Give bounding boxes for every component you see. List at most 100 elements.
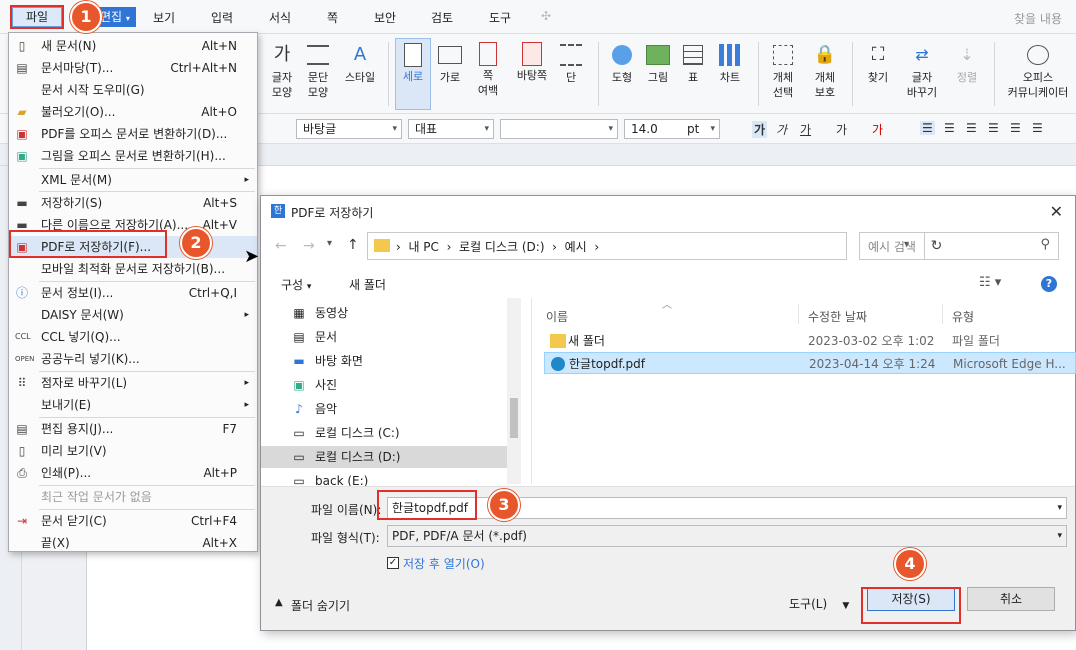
menu-review[interactable]: 검토	[431, 9, 453, 26]
shape-button[interactable]: 도형	[606, 38, 638, 85]
menu-ccl[interactable]: CCL CCL 넣기(Q)...	[9, 326, 257, 348]
menu-braille[interactable]: ⠿ 점자로 바꾸기(L) ▸	[9, 372, 257, 394]
nav-scrollbar[interactable]	[507, 298, 521, 484]
menu-page[interactable]: 쪽	[327, 9, 338, 26]
menu-view[interactable]: 보기	[153, 9, 175, 26]
bold-icon[interactable]: 가	[752, 121, 768, 138]
style-select[interactable]: 바탕글 ▾	[296, 119, 402, 139]
breadcrumb-example[interactable]: 예시	[565, 240, 587, 254]
strike-icon[interactable]: 가	[836, 121, 847, 138]
nav-label: 사진	[315, 378, 338, 392]
language-select[interactable]: 대표 ▾	[408, 119, 494, 139]
file-row-pdf[interactable]: 한글topdf.pdf 2023-04-14 오후 1:24 Microsoft…	[544, 352, 1076, 374]
char-shape-button[interactable]: 가 글자 모양	[266, 38, 298, 100]
menu-daisy[interactable]: DAISY 문서(W) ▸	[9, 304, 257, 326]
office-communicator-button[interactable]: 오피스 커뮤니케이터	[1002, 38, 1074, 100]
chart-button[interactable]: 차트	[714, 38, 746, 85]
forward-arrow-icon[interactable]: →	[303, 238, 315, 254]
underline-icon[interactable]: 가	[800, 121, 811, 138]
align-center-icon[interactable]: ☰	[966, 121, 977, 135]
breadcrumb-my-pc[interactable]: 내 PC	[408, 240, 438, 254]
picture-button[interactable]: 그림	[642, 38, 674, 85]
align-right-icon[interactable]: ☰	[988, 121, 999, 135]
arrange-button[interactable]: ⇣ 정렬	[952, 38, 982, 85]
obj-select-button[interactable]: 개체 선택	[766, 38, 800, 100]
nav-drive-d[interactable]: ▭ 로컬 디스크 (D:)	[261, 446, 507, 468]
nav-desktop[interactable]: ▬ 바탕 화면	[291, 350, 507, 372]
menu-save-mobile[interactable]: 모바일 최적화 문서로 저장하기(B)...	[9, 258, 257, 280]
find-button[interactable]: ⛶ 찾기	[862, 38, 894, 85]
pin-icon[interactable]: ✣	[541, 9, 551, 23]
font-size-field[interactable]: 14.0 pt ▾	[624, 119, 720, 139]
para-shape-button[interactable]: 문단 모양	[302, 38, 334, 100]
up-arrow-icon[interactable]: ↑	[347, 237, 359, 253]
menu-xml[interactable]: XML 문서(M) ▸	[9, 169, 257, 191]
menu-doc-info[interactable]: ⓘ 문서 정보(I)... Ctrl+Q,I	[9, 282, 257, 304]
menu-security[interactable]: 보안	[374, 9, 396, 26]
italic-icon[interactable]: 가	[776, 121, 787, 138]
vertical-button[interactable]: 세로	[395, 38, 431, 110]
align-left-icon[interactable]: ☰	[944, 121, 955, 135]
obj-protect-label-2: 보호	[814, 86, 836, 99]
font-select[interactable]: ▾	[500, 119, 618, 139]
align-distribute-icon[interactable]: ☰	[1010, 121, 1021, 135]
menu-image-convert[interactable]: ▣ 그림을 오피스 문서로 변환하기(H)...	[9, 145, 257, 167]
style-button[interactable]: A 스타일	[340, 38, 380, 85]
find-text[interactable]: 찾을 내용	[1014, 10, 1062, 27]
organize-button[interactable]: 구성 ▾	[281, 276, 311, 293]
menu-close-doc[interactable]: ⇥ 문서 닫기(C) Ctrl+F4	[9, 510, 257, 532]
address-bar[interactable]: › 내 PC › 로컬 디스크 (D:) › 예시 › ▾ ↻	[367, 232, 942, 260]
nav-music[interactable]: ♪ 음악	[291, 398, 507, 420]
column-type-header[interactable]: 유형	[952, 308, 974, 325]
nav-pictures[interactable]: ▣ 사진	[291, 374, 507, 396]
page-margin-button[interactable]: 쪽 여백	[472, 38, 504, 98]
column-button[interactable]: 단	[558, 38, 584, 85]
column-name-header[interactable]: 이름	[546, 308, 568, 325]
nav-documents[interactable]: ▤ 문서	[291, 326, 507, 348]
callout-badge-2: 2	[180, 227, 212, 259]
column-separator[interactable]	[798, 304, 799, 324]
background-button[interactable]: 바탕쪽	[512, 38, 552, 83]
menu-preview[interactable]: ▯ 미리 보기(V)	[9, 440, 257, 462]
table-button[interactable]: 표	[680, 38, 706, 85]
font-color-icon[interactable]: 가	[872, 121, 883, 138]
menu-tools[interactable]: 도구	[489, 9, 511, 26]
filetype-select[interactable]: PDF, PDF/A 문서 (*.pdf) ▾	[387, 525, 1067, 547]
view-options-icon[interactable]: ☷ ▾	[979, 275, 1001, 290]
column-date-header[interactable]: 수정한 날짜	[808, 308, 867, 325]
menu-start-helper[interactable]: 문서 시작 도우미(G)	[9, 79, 257, 101]
align-split-icon[interactable]: ☰	[1032, 121, 1043, 135]
menu-send[interactable]: 보내기(E) ▸	[9, 394, 257, 416]
menu-open-license[interactable]: OPEN 공공누리 넣기(K)...	[9, 348, 257, 370]
desktop-icon: ▬	[293, 354, 305, 368]
back-arrow-icon[interactable]: ←	[275, 238, 287, 254]
search-input[interactable]: 예시 검색 ⚲	[859, 232, 1059, 260]
menu-open[interactable]: ▰ 불러오기(O)... Alt+O	[9, 101, 257, 123]
menu-save[interactable]: ▬ 저장하기(S) Alt+S	[9, 192, 257, 214]
menu-exit[interactable]: 끝(X) Alt+X	[9, 532, 257, 554]
menu-pdf-convert[interactable]: ▣ PDF를 오피스 문서로 변환하기(D)...	[9, 123, 257, 145]
menu-print[interactable]: ⎙ 인쇄(P)... Alt+P	[9, 462, 257, 484]
menu-page-setup[interactable]: ▤ 편집 용지(J)... F7	[9, 418, 257, 440]
cancel-button[interactable]: 취소	[967, 587, 1055, 611]
char-change-button[interactable]: ⇄ 글자 바꾸기	[902, 38, 942, 100]
new-folder-button[interactable]: 새 폴더	[349, 276, 386, 293]
file-row-folder[interactable]: 새 폴더 2023-03-02 오후 1:02 파일 폴더	[544, 330, 1076, 352]
help-icon[interactable]: ?	[1041, 276, 1057, 292]
tools-dropdown[interactable]: 도구(L) ▼	[789, 595, 849, 612]
menu-format[interactable]: 서식	[269, 9, 291, 26]
scrollbar-thumb[interactable]	[510, 398, 518, 438]
chevron-down-icon[interactable]: ▾	[327, 238, 332, 249]
menu-new-doc[interactable]: ▯ 새 문서(N) Alt+N	[9, 35, 257, 57]
picture-icon	[646, 45, 670, 65]
close-icon[interactable]: ✕	[1050, 202, 1063, 221]
horizontal-button[interactable]: 가로	[435, 38, 465, 85]
nav-videos[interactable]: ▦ 동영상	[291, 302, 507, 324]
menu-template[interactable]: ▤ 문서마당(T)... Ctrl+Alt+N	[9, 57, 257, 79]
obj-protect-button[interactable]: 🔒 개체 보호	[808, 38, 842, 100]
menu-insert[interactable]: 입력	[211, 9, 233, 26]
align-justify-icon[interactable]: ☰	[920, 121, 935, 135]
breadcrumb-drive-d[interactable]: 로컬 디스크 (D:)	[459, 240, 544, 254]
nav-drive-c[interactable]: ▭ 로컬 디스크 (C:)	[291, 422, 507, 444]
column-separator[interactable]	[942, 304, 943, 324]
